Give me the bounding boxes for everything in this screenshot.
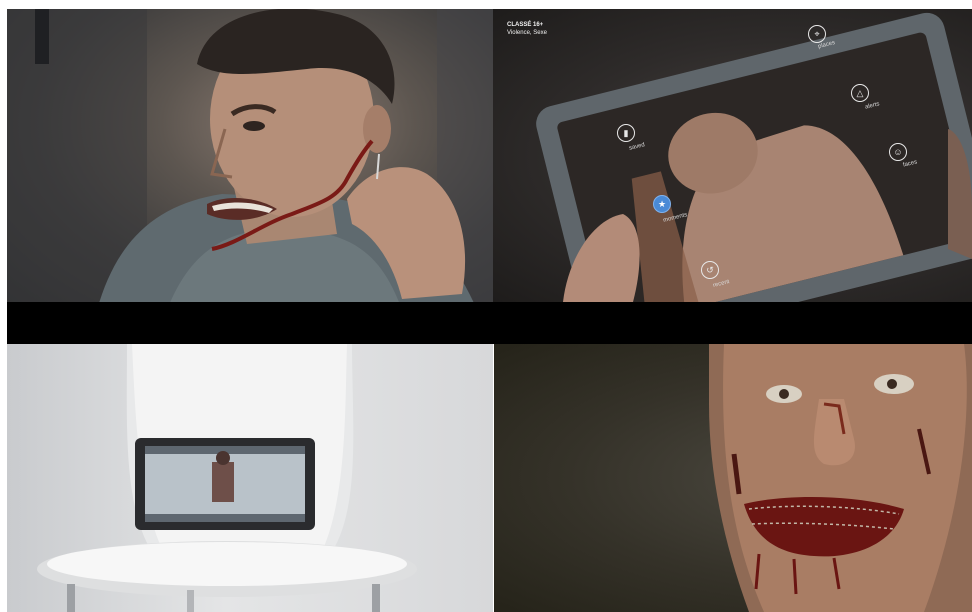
- chair-illustration: [37, 344, 417, 612]
- faces-button[interactable]: ☺: [889, 143, 907, 161]
- saved-button[interactable]: ▮: [617, 124, 635, 142]
- map-pin-icon: ⌖: [814, 28, 820, 39]
- save-icon: ▮: [623, 127, 629, 138]
- recent-button[interactable]: ↺: [701, 261, 719, 279]
- man-with-sewn-mouth-illustration: [709, 344, 972, 612]
- panel-man-with-cut: [7, 9, 493, 310]
- panel-tablet-on-chair: [7, 344, 493, 612]
- rating-subtitle: Violence, Sexe: [507, 30, 547, 36]
- rating-title: CLASSÉ 16+: [507, 22, 544, 28]
- warning-icon: △: [856, 87, 864, 98]
- panel-tablet-in-hand: CLASSÉ 16+ Violence, Sexe ⌖ places △ ale…: [493, 9, 972, 302]
- panel-man-with-sewn-mouth: [494, 344, 972, 612]
- letterbox-band: [7, 302, 972, 344]
- age-rating: CLASSÉ 16+ Violence, Sexe: [507, 21, 547, 37]
- places-button[interactable]: ⌖: [808, 25, 826, 43]
- alerts-button[interactable]: △: [851, 84, 869, 102]
- history-icon: ↺: [706, 264, 714, 275]
- star-icon: ★: [657, 198, 667, 209]
- face-icon: ☺: [893, 147, 903, 157]
- moments-button[interactable]: ★: [653, 195, 671, 213]
- man-with-cut-illustration: [7, 9, 493, 310]
